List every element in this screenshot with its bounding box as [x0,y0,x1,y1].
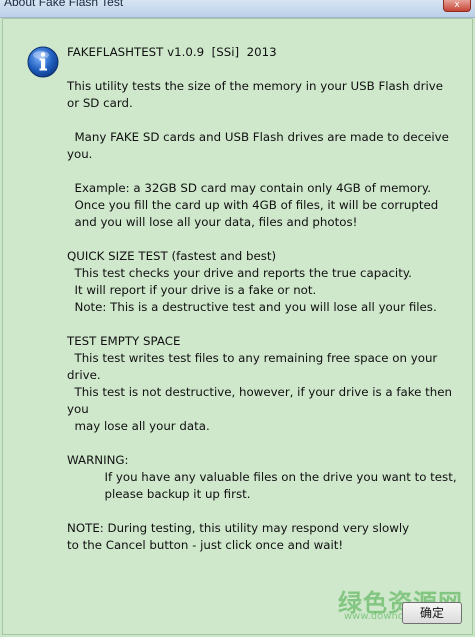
text-line: Note: This is a destructive test and you… [67,300,437,314]
app-header: FAKEFLASHTEST v1.0.9 [SSi] 2013 [67,45,277,59]
text-line: This utility tests the size of the memor… [67,79,443,93]
text-line: you [67,402,89,416]
text-line: to the Cancel button - just click once a… [67,538,344,552]
section-heading: WARNING: [67,453,129,467]
window-title: About Fake Flash Test [4,0,124,9]
text-line: Once you fill the card up with 4GB of fi… [67,198,439,212]
text-line: may lose all your data. [67,419,210,433]
text-line: If you have any valuable files on the dr… [67,470,457,484]
text-line: This test checks your drive and reports … [67,266,412,280]
text-line: This test is not destructive, however, i… [67,385,453,399]
close-button[interactable]: x [443,0,471,12]
text-line: please backup it up first. [67,487,251,501]
text-line: and you will lose all your data, files a… [67,215,358,229]
text-line: or SD card. [67,96,133,110]
section-heading: TEST EMPTY SPACE [67,334,181,348]
text-line: This test writes test files to any remai… [67,351,438,365]
text-line: NOTE: During testing, this utility may r… [67,521,410,535]
about-text: FAKEFLASHTEST v1.0.9 [SSi] 2013 This uti… [67,44,467,554]
title-bar: About Fake Flash Test x [0,0,475,18]
text-line: Example: a 32GB SD card may contain only… [67,181,431,195]
info-icon [27,46,59,78]
ok-button[interactable]: 确定 [402,602,462,624]
text-line: you. [67,147,93,161]
text-line: drive. [67,368,101,382]
text-line: Many FAKE SD cards and USB Flash drives … [67,130,449,144]
text-line: It will report if your drive is a fake o… [67,283,317,297]
section-heading: QUICK SIZE TEST (fastest and best) [67,249,277,263]
